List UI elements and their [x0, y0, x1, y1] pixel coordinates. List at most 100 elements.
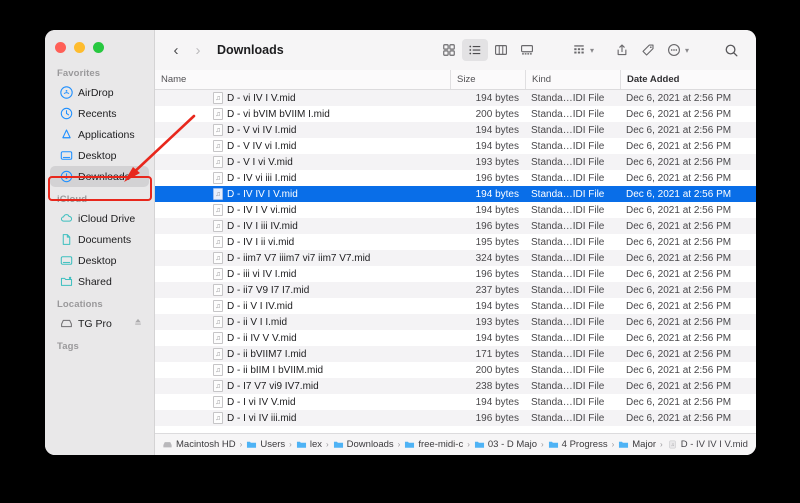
breadcrumb-separator: ›: [467, 440, 470, 449]
share-button[interactable]: [609, 39, 635, 61]
chevron-down-icon[interactable]: ▾: [590, 46, 594, 55]
more-actions-icon[interactable]: [661, 39, 687, 61]
file-name-cell: ♫ D - IV I V vi.mid: [155, 204, 450, 216]
file-date-added-cell: Dec 6, 2021 at 2:56 PM: [626, 284, 732, 296]
file-name-label: D - IV I iii IV.mid: [227, 220, 298, 232]
breadcrumb-item[interactable]: Users: [246, 439, 285, 450]
file-kind-cell: Standa…IDI File: [531, 348, 605, 360]
table-row[interactable]: ♫ D - ii bIIM I bVIIM.mid 200 bytes Standa……: [155, 362, 756, 378]
file-name-label: D - IV IV I V.mid: [227, 188, 298, 200]
back-button[interactable]: ‹: [165, 37, 187, 63]
group-by-control[interactable]: ▾: [566, 39, 597, 61]
tag-button[interactable]: [635, 39, 661, 61]
file-name-cell: ♫ D - iii vi IV I.mid: [155, 268, 450, 280]
file-name-cell: ♫ D - ii bVIIM7 I.mid: [155, 348, 450, 360]
list-view-button[interactable]: [461, 39, 488, 61]
file-date-added-cell: Dec 6, 2021 at 2:56 PM: [626, 316, 732, 328]
table-row[interactable]: ♫ D - ii7 V9 I7 I7.mid 237 bytes Standa…IDI…: [155, 282, 756, 298]
table-row[interactable]: ♫ D - IV I iii IV.mid 196 bytes Standa…IDI …: [155, 218, 756, 234]
midi-file-icon: ♫: [213, 188, 223, 200]
table-row[interactable]: ♫ D - I vi IV V.mid 194 bytes Standa…IDI Fi…: [155, 394, 756, 410]
column-header: Name Size Kind Date Added: [155, 70, 756, 90]
table-row[interactable]: ♫ D - IV I V vi.mid 194 bytes Standa…IDI Fi…: [155, 202, 756, 218]
search-button[interactable]: [718, 39, 744, 61]
file-size-cell: 193 bytes: [475, 156, 519, 168]
sidebar-item-shared[interactable]: Shared: [50, 271, 149, 292]
table-row[interactable]: ♫ D - ii IV V V.mid 194 bytes Standa…IDI Fi…: [155, 330, 756, 346]
table-row[interactable]: ♫ D - IV vi iii I.mid 196 bytes Standa…IDI …: [155, 170, 756, 186]
eject-icon[interactable]: [133, 317, 143, 330]
table-row[interactable]: ♫ D - V IV vi I.mid 194 bytes Standa…IDI Fi…: [155, 138, 756, 154]
table-row[interactable]: ♫ D - ii V I IV.mid 194 bytes Standa…IDI Fi…: [155, 298, 756, 314]
sidebar-item-airdrop[interactable]: AirDrop: [50, 82, 149, 103]
table-row[interactable]: ♫ D - vi bVIM bVIIM I.mid 200 bytes Standa……: [155, 106, 756, 122]
file-list[interactable]: ♫ D - vi IV I V.mid 194 bytes Standa…IDI Fi…: [155, 90, 756, 433]
table-row[interactable]: ♫ D - IV IV I V.mid 194 bytes Standa…IDI Fi…: [155, 186, 756, 202]
table-row[interactable]: ♫ D - IV I ii vi.mid 195 bytes Standa…IDI F…: [155, 234, 756, 250]
close-button[interactable]: [55, 42, 66, 53]
sidebar-item-downloads[interactable]: Downloads: [50, 166, 149, 187]
midi-file-icon: ♫: [213, 92, 223, 104]
file-date-added-cell: Dec 6, 2021 at 2:56 PM: [626, 124, 732, 136]
minimize-button[interactable]: [74, 42, 85, 53]
sidebar-item-recents[interactable]: Recents: [50, 103, 149, 124]
column-header-kind[interactable]: Kind: [525, 70, 620, 89]
table-row[interactable]: ♫ D - V vi IV I.mid 194 bytes Standa…IDI Fi…: [155, 122, 756, 138]
file-name-cell: ♫ D - ii IV V V.mid: [155, 332, 450, 344]
column-header-size[interactable]: Size: [450, 70, 525, 89]
sidebar-item-label: Applications: [78, 128, 135, 141]
maximize-button[interactable]: [93, 42, 104, 53]
file-size-cell: 194 bytes: [475, 204, 519, 216]
file-size-cell: 171 bytes: [475, 348, 519, 360]
breadcrumb-item[interactable]: ♫ D - IV IV I V.mid: [667, 439, 748, 450]
folder-icon: [404, 439, 415, 450]
finder-window: Favorites AirDrop Recents Applications D…: [45, 30, 756, 455]
sidebar-item-tg-pro[interactable]: TG Pro: [50, 313, 149, 334]
more-actions-control[interactable]: ▾: [661, 39, 692, 61]
midi-file-icon: ♫: [213, 412, 223, 424]
file-size-cell: 194 bytes: [475, 396, 519, 408]
file-kind-cell: Standa…IDI File: [531, 252, 605, 264]
table-row[interactable]: ♫ D - iim7 V7 iiim7 vi7 iim7 V7.mid 324 by…: [155, 250, 756, 266]
table-row[interactable]: ♫ D - vi IV I V.mid 194 bytes Standa…IDI Fi…: [155, 90, 756, 106]
forward-button[interactable]: ›: [187, 37, 209, 63]
breadcrumb-item[interactable]: free-midi-c: [404, 439, 463, 450]
sidebar-item-desktop-icloud[interactable]: Desktop: [50, 250, 149, 271]
file-date-added-cell: Dec 6, 2021 at 2:56 PM: [626, 332, 732, 344]
downloads-icon: [60, 170, 73, 183]
chevron-down-icon[interactable]: ▾: [685, 46, 689, 55]
table-row[interactable]: ♫ D - V I vi V.mid 193 bytes Standa…IDI Fil…: [155, 154, 756, 170]
sidebar-item-desktop[interactable]: Desktop: [50, 145, 149, 166]
file-size-cell: 196 bytes: [475, 268, 519, 280]
table-row[interactable]: ♫ D - iii vi IV I.mid 196 bytes Standa…IDI …: [155, 266, 756, 282]
external-drive-icon: [60, 317, 73, 330]
file-size-cell: 194 bytes: [475, 188, 519, 200]
breadcrumb-label: 4 Progress: [561, 439, 608, 450]
sidebar-item-documents[interactable]: Documents: [50, 229, 149, 250]
gallery-view-button[interactable]: [514, 39, 540, 61]
column-header-date-added[interactable]: Date Added: [620, 70, 756, 89]
grid-view-button[interactable]: [436, 39, 462, 61]
column-header-name[interactable]: Name: [155, 70, 450, 89]
table-row[interactable]: ♫ D - ii bVIIM7 I.mid 171 bytes Standa…IDI …: [155, 346, 756, 362]
breadcrumb-item[interactable]: Major: [618, 439, 656, 450]
breadcrumb-item[interactable]: 03 - D Majo: [474, 439, 537, 450]
sidebar-item-applications[interactable]: Applications: [50, 124, 149, 145]
breadcrumb-label: lex: [309, 439, 322, 450]
sidebar-section-locations: Locations: [57, 299, 103, 310]
file-name-label: D - ii bVIIM7 I.mid: [227, 348, 307, 360]
sidebar-item-label: Desktop: [78, 149, 117, 162]
table-row[interactable]: ♫ D - I7 V7 vi9 IV7.mid 238 bytes Standa…ID…: [155, 378, 756, 394]
breadcrumb-item[interactable]: lex: [296, 439, 322, 450]
sidebar-item-icloud-drive[interactable]: iCloud Drive: [50, 208, 149, 229]
column-view-button[interactable]: [488, 39, 514, 61]
midi-file-icon: ♫: [213, 172, 223, 184]
table-row[interactable]: ♫ D - ii V I I.mid 193 bytes Standa…IDI Fil…: [155, 314, 756, 330]
breadcrumb-item[interactable]: Macintosh HD: [162, 439, 236, 450]
breadcrumb-item[interactable]: Downloads: [333, 439, 394, 450]
file-size-cell: 193 bytes: [475, 316, 519, 328]
breadcrumb-item[interactable]: 4 Progress: [548, 439, 608, 450]
group-by-icon[interactable]: [566, 39, 592, 61]
table-row[interactable]: ♫ D - I vi IV iii.mid 196 bytes Standa…IDI …: [155, 410, 756, 426]
sidebar-item-label: AirDrop: [78, 86, 114, 99]
